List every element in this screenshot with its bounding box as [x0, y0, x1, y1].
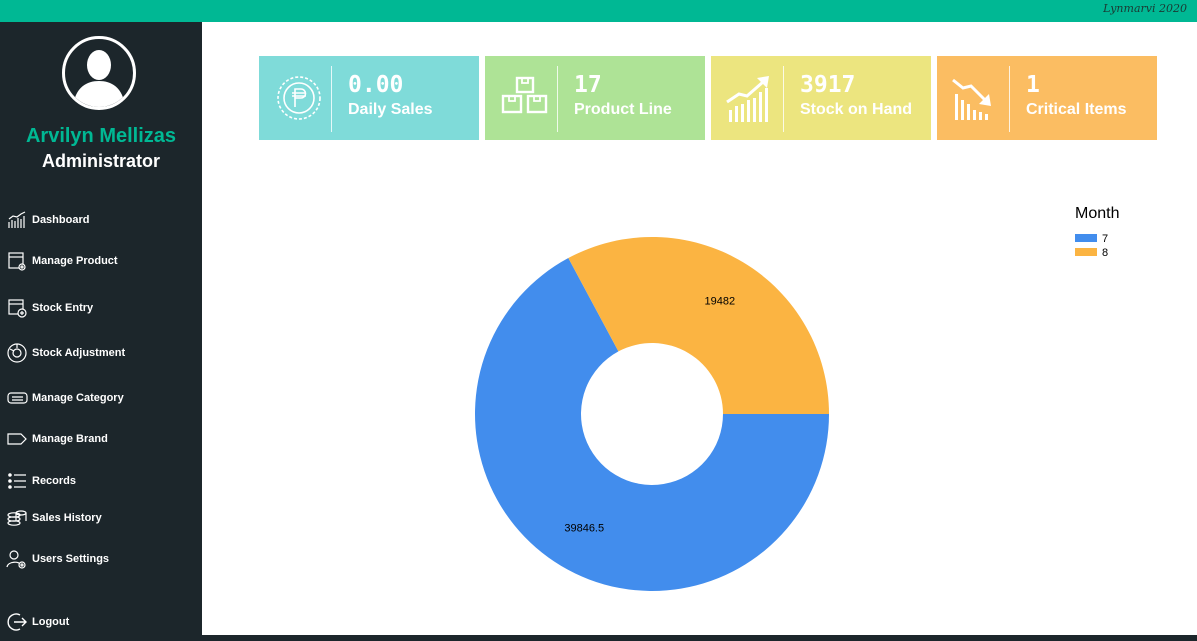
nav-dashboard[interactable]: Dashboard	[6, 207, 89, 233]
logout-icon	[7, 613, 27, 631]
adjust-dial-icon	[7, 343, 27, 363]
bottom-strip	[202, 635, 1197, 641]
legend-title: Month	[1075, 205, 1119, 222]
legend-swatch	[1075, 234, 1097, 242]
user-silhouette-icon	[73, 50, 125, 107]
sidebar: Arvilyn Mellizas Administrator Dashboard…	[0, 22, 202, 641]
category-tag-icon	[7, 392, 28, 404]
signature-text: Lynmarvi 2020	[1103, 2, 1187, 15]
slice-value-label: 19482	[704, 296, 735, 308]
month-donut-chart: 39846.5 19482 Month 7 8	[475, 205, 1119, 591]
nav-label: Manage Brand	[32, 433, 108, 445]
chart-bars-icon	[8, 211, 26, 228]
nav-label: Logout	[32, 616, 70, 628]
product-gear-icon	[8, 252, 26, 271]
avatar	[62, 36, 136, 110]
legend-label: 7	[1102, 233, 1108, 245]
nav-manage-category[interactable]: Manage Category	[6, 385, 124, 411]
user-name: Arvilyn Mellizas	[25, 125, 177, 147]
nav-stock-adjustment[interactable]: Stock Adjustment	[6, 340, 125, 366]
legend-label: 8	[1102, 247, 1108, 259]
nav-manage-brand[interactable]: Manage Brand	[6, 426, 108, 452]
brand-label-icon	[7, 433, 27, 445]
nav-label: Users Settings	[32, 553, 110, 565]
nav-stock-entry[interactable]: Stock Entry	[6, 295, 93, 321]
user-gear-icon	[6, 550, 26, 569]
nav-label: Manage Category	[32, 392, 124, 404]
slice-value-label: 39846.5	[564, 522, 604, 534]
coins-stack-icon	[7, 510, 27, 526]
nav-label: Dashboard	[32, 214, 90, 226]
nav-label: Stock Adjustment	[32, 347, 126, 359]
nav-logout[interactable]: Logout	[6, 609, 69, 635]
user-role: Administrator	[41, 151, 160, 171]
stock-add-icon	[8, 299, 27, 318]
nav-manage-product[interactable]: Manage Product	[6, 248, 118, 274]
legend-swatch	[1075, 248, 1097, 256]
nav-label: Records	[32, 475, 77, 487]
nav-sales-history[interactable]: Sales History	[6, 505, 102, 531]
dashboard-main: 0.00 Daily Sales 17 Product Line 3917 St…	[202, 22, 1197, 635]
list-icon	[8, 473, 26, 489]
nav-label: Sales History	[32, 512, 102, 524]
donut-slice-8[interactable]	[568, 236, 829, 414]
nav-records[interactable]: Records	[6, 468, 76, 494]
nav-label: Stock Entry	[32, 302, 94, 314]
nav-label: Manage Product	[32, 255, 118, 267]
top-bar: Lynmarvi 2020	[0, 0, 1197, 22]
nav-users-settings[interactable]: Users Settings	[6, 546, 109, 572]
